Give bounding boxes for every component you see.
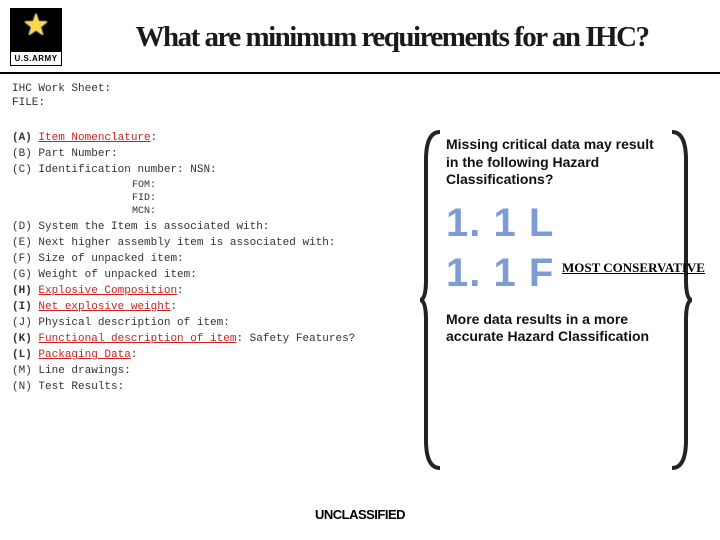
most-conservative-label: MOST CONSERVATIVE: [562, 260, 705, 276]
item-d: (D) System the Item is associated with:: [12, 221, 432, 233]
item-g: (G) Weight of unpacked item:: [12, 269, 432, 281]
worksheet-meta: IHC Work Sheet: FILE:: [12, 82, 111, 111]
meta-line-2: FILE:: [12, 96, 111, 110]
logo-caption: U.S.ARMY: [10, 52, 62, 66]
item-b: (B) Part Number:: [12, 148, 432, 160]
item-i: (I) Net explosive weight:: [12, 301, 432, 313]
item-f: (F) Size of unpacked item:: [12, 253, 432, 265]
classification-footer: UNCLASSIFIED: [0, 507, 720, 522]
sub-mcn: MCN:: [132, 206, 432, 217]
item-j: (J) Physical description of item:: [12, 317, 432, 329]
header: ★ U.S.ARMY What are minimum requirements…: [0, 0, 720, 74]
item-e: (E) Next higher assembly item is associa…: [12, 237, 432, 249]
callout-content: Missing critical data may result in the …: [446, 136, 670, 346]
meta-line-1: IHC Work Sheet:: [12, 82, 111, 96]
callout: Missing critical data may result in the …: [420, 130, 700, 470]
page-title: What are minimum requirements for an IHC…: [74, 22, 710, 52]
item-a: (A) Item Nomenclature:: [12, 132, 432, 144]
item-m: (M) Line drawings:: [12, 365, 432, 377]
item-h: (H) Explosive Composition:: [12, 285, 432, 297]
callout-question: Missing critical data may result in the …: [446, 136, 670, 189]
right-brace-icon: [668, 130, 694, 470]
hazard-code-1: 1. 1 L: [446, 203, 670, 243]
item-k: (K) Functional description of item: Safe…: [12, 333, 432, 345]
items-list: (A) Item Nomenclature: (B) Part Number: …: [12, 128, 432, 397]
sub-fom: FOM:: [132, 180, 432, 191]
callout-conclusion: More data results in a more accurate Haz…: [446, 311, 670, 346]
left-brace-icon: [418, 130, 444, 470]
item-n: (N) Test Results:: [12, 381, 432, 393]
sub-fid: FID:: [132, 193, 432, 204]
us-army-logo: ★ U.S.ARMY: [10, 8, 62, 66]
star-icon: ★: [23, 11, 50, 41]
item-c: (C) Identification number: NSN:: [12, 164, 432, 176]
item-l: (L) Packaging Data:: [12, 349, 432, 361]
